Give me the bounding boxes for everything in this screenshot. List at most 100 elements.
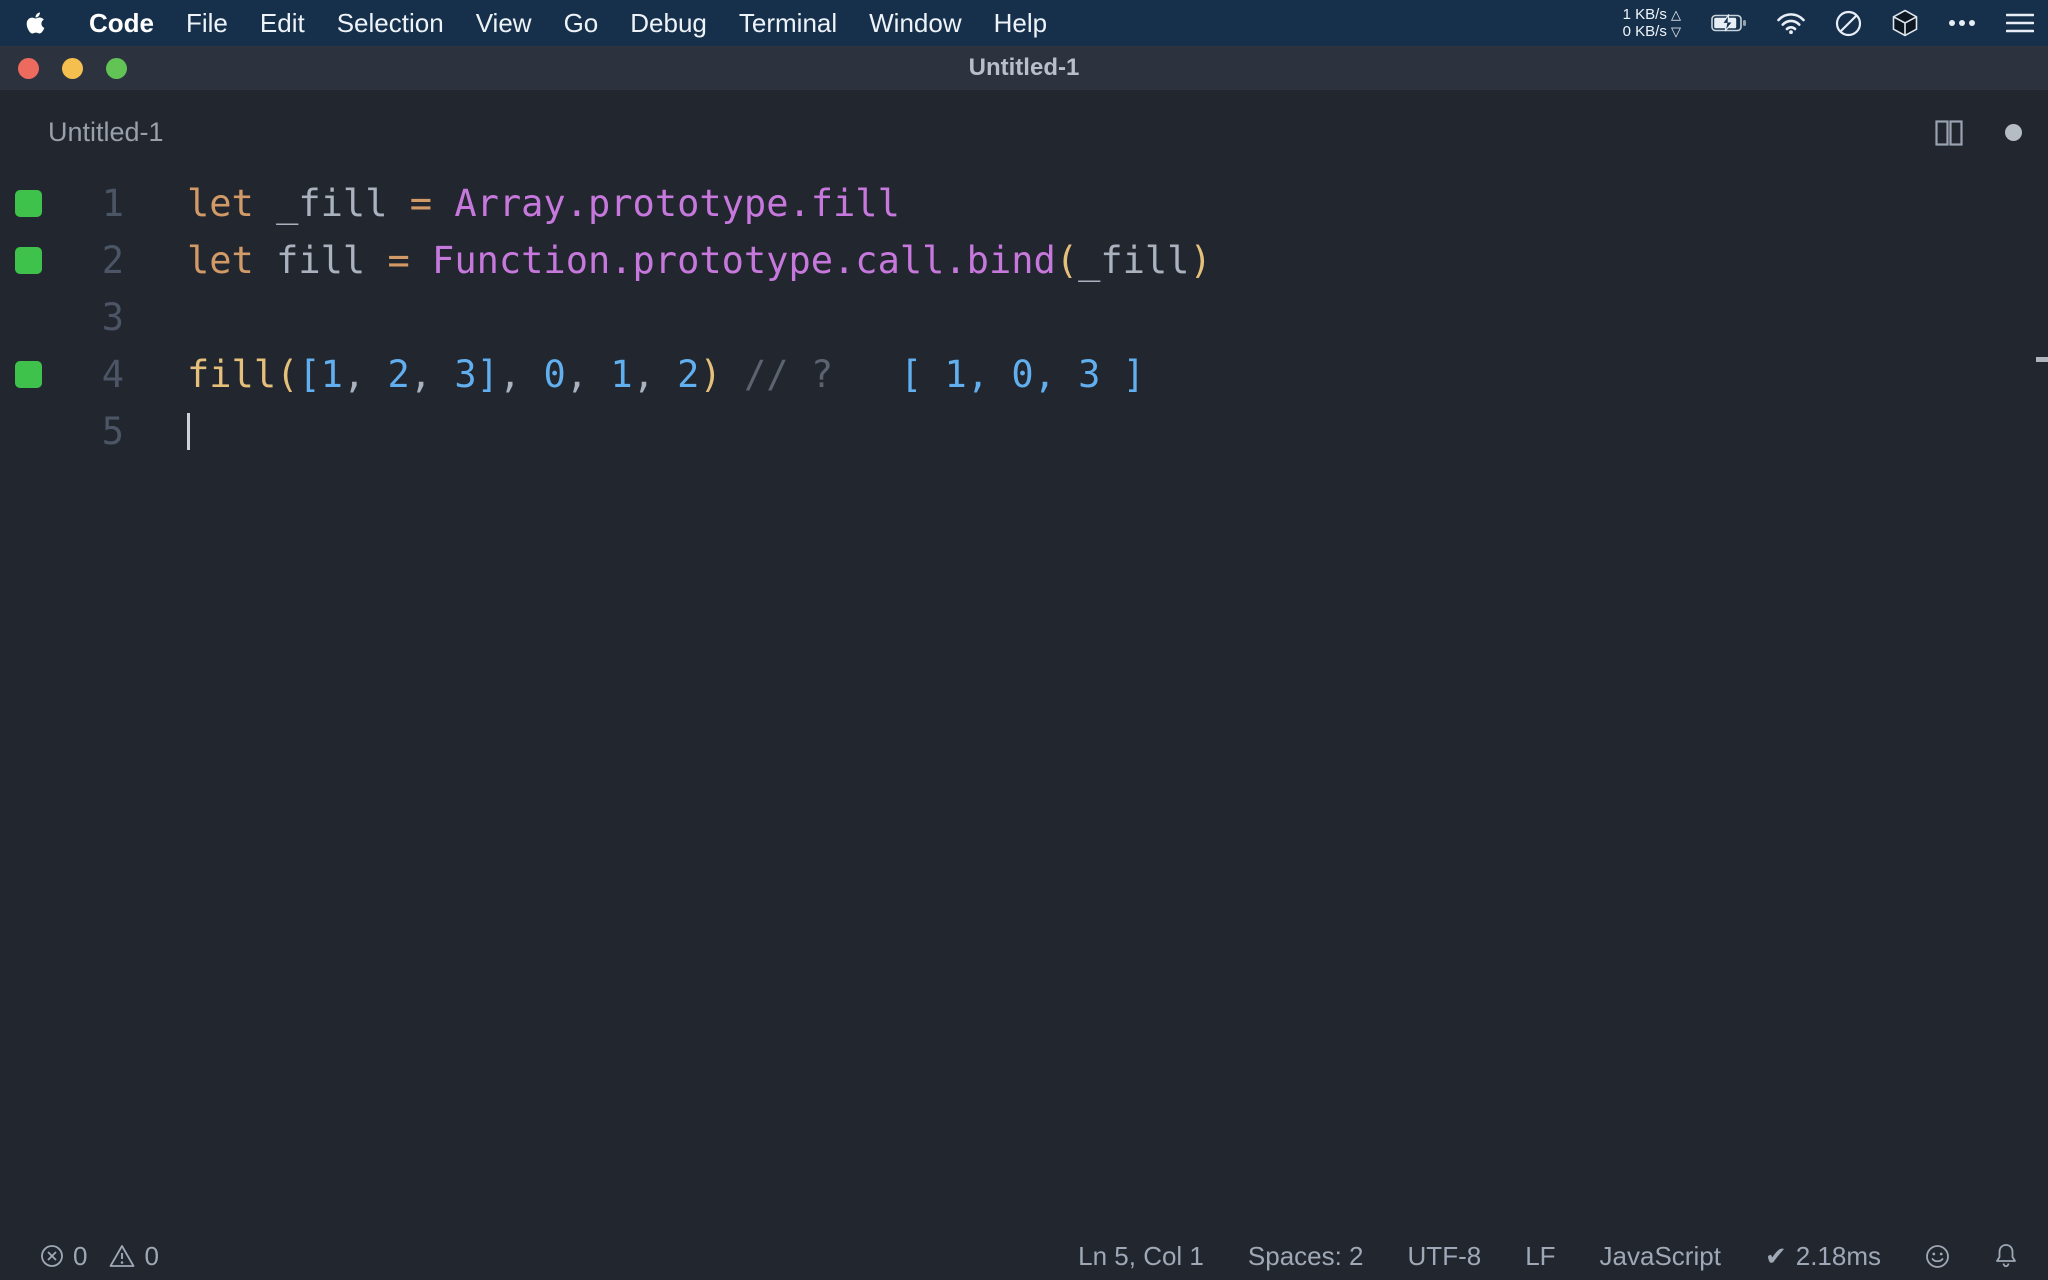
status-bar: 0 0 Ln 5, Col 1 Spaces: 2 UTF-8 LF JavaS…: [0, 1232, 2048, 1280]
list-icon[interactable]: [2006, 12, 2034, 34]
token-plain: ,: [565, 353, 611, 396]
zoom-window-button[interactable]: [106, 57, 127, 79]
coverage-indicator: [15, 361, 42, 388]
menu-terminal[interactable]: Terminal: [723, 8, 853, 39]
network-speed-indicator[interactable]: 1 KB/s △ 0 KB/s ▽: [1623, 6, 1681, 40]
overview-ruler-mark: [2036, 357, 2048, 362]
perf-time: 2.18ms: [1795, 1240, 1881, 1271]
tab-untitled-1[interactable]: Untitled-1: [48, 117, 164, 148]
token-number: 0: [543, 353, 566, 396]
macos-menu-bar: Code File Edit Selection View Go Debug Termina…: [0, 0, 2048, 46]
problems-warnings[interactable]: 0: [109, 1241, 168, 1272]
line-content: fill([1, 2, 3], 0, 1, 2) // ? [ 1, 0, 3 …: [187, 346, 1145, 403]
token-plain: fill: [253, 239, 388, 282]
split-editor-icon[interactable]: [1935, 119, 1963, 146]
token-keyword: let: [187, 182, 254, 225]
code-line-3[interactable]: 3: [0, 289, 2048, 346]
unsaved-changes-indicator[interactable]: [2005, 124, 2022, 141]
menu-edit[interactable]: Edit: [244, 8, 321, 39]
token-plain: _fill: [1078, 239, 1190, 282]
quokka-perf[interactable]: ✔ 2.18ms: [1765, 1241, 1881, 1272]
app-cube-icon[interactable]: [1892, 9, 1918, 37]
line-content: let fill = Function.prototype.call.bind(…: [187, 232, 1212, 289]
menu-help[interactable]: Help: [978, 8, 1063, 39]
notifications-bell-icon[interactable]: [1994, 1243, 2018, 1269]
down-triangle-icon: ▽: [1671, 24, 1681, 39]
check-icon: ✔: [1764, 1240, 1787, 1271]
editor-header: Untitled-1: [0, 90, 2048, 175]
token-number: 1: [610, 353, 633, 396]
line-number: 1: [101, 182, 124, 225]
token-number: 2: [677, 353, 700, 396]
token-property: Function.prototype.call.bind: [432, 239, 1056, 282]
line-number: 4: [101, 353, 124, 396]
apple-menu[interactable]: [26, 11, 45, 35]
code-line-4[interactable]: 4 fill([1, 2, 3], 0, 1, 2) // ? [ 1, 0, 3…: [0, 346, 2048, 403]
token-number: ]: [476, 353, 499, 396]
cursor-position[interactable]: Ln 5, Col 1: [1078, 1241, 1204, 1272]
menu-bar-status-items: 1 KB/s △ 0 KB/s ▽: [1623, 6, 2048, 40]
token-plain: ,: [342, 353, 388, 396]
token-result: [ 1, 0, 3 ]: [899, 353, 1145, 396]
token-keyword: let: [187, 239, 254, 282]
token-plain: ,: [632, 353, 678, 396]
coverage-indicator: [15, 247, 42, 274]
window-title-bar: Untitled-1: [0, 46, 2048, 90]
token-func: fill: [187, 353, 277, 396]
net-down-label: 0 KB/s ▽: [1622, 23, 1681, 40]
window-title: Untitled-1: [968, 54, 1080, 81]
token-number: 1: [320, 353, 343, 396]
token-paren: (: [1055, 239, 1079, 282]
eol-sequence[interactable]: LF: [1525, 1241, 1555, 1272]
feedback-smiley-icon[interactable]: [1925, 1244, 1950, 1269]
menu-debug[interactable]: Debug: [614, 8, 723, 39]
battery-charging-icon[interactable]: [1711, 14, 1747, 32]
code-line-1[interactable]: 1 let _fill = Array.prototype.fill: [0, 175, 2048, 232]
up-triangle-icon: △: [1671, 7, 1681, 22]
menu-file[interactable]: File: [170, 8, 244, 39]
token-number: [: [298, 353, 321, 396]
token-paren: (: [276, 353, 299, 396]
editor[interactable]: 1 let _fill = Array.prototype.fill 2 let fi…: [0, 175, 2048, 460]
warning-triangle-icon: [110, 1245, 135, 1267]
menu-go[interactable]: Go: [548, 8, 615, 39]
token-number: 2: [387, 353, 410, 396]
token-number: 3: [454, 353, 477, 396]
minimize-window-button[interactable]: [62, 57, 83, 79]
coverage-empty: [15, 418, 42, 445]
code-line-2[interactable]: 2 let fill = Function.prototype.call.bind…: [0, 232, 2048, 289]
menu-app-name[interactable]: Code: [73, 8, 170, 39]
code-line-5[interactable]: 5: [0, 403, 2048, 460]
do-not-disturb-icon[interactable]: [1835, 10, 1862, 37]
close-window-button[interactable]: [18, 57, 39, 79]
apple-icon: [26, 12, 45, 34]
token-paren: ): [1189, 239, 1212, 282]
token-property: Array.prototype.fill: [454, 182, 900, 225]
menu-view[interactable]: View: [460, 8, 548, 39]
token-plain: _fill: [253, 182, 410, 225]
wifi-icon[interactable]: [1777, 12, 1805, 34]
menu-window[interactable]: Window: [853, 8, 977, 39]
language-mode[interactable]: JavaScript: [1600, 1241, 1721, 1272]
line-number: 3: [101, 296, 124, 339]
problems-errors[interactable]: 0: [40, 1241, 97, 1272]
text-cursor: [187, 413, 190, 450]
line-content: let _fill = Array.prototype.fill: [187, 175, 900, 232]
net-up-label: 1 KB/s △: [1622, 6, 1681, 23]
token-plain: ,: [409, 353, 455, 396]
token-paren: ): [699, 353, 722, 396]
indentation[interactable]: Spaces: 2: [1248, 1241, 1364, 1272]
more-icon[interactable]: [1948, 19, 1976, 27]
menu-selection[interactable]: Selection: [321, 8, 460, 39]
coverage-empty: [15, 304, 42, 331]
token-plain: ,: [498, 353, 544, 396]
line-number: 2: [101, 239, 124, 282]
encoding[interactable]: UTF-8: [1408, 1241, 1482, 1272]
traffic-lights: [18, 46, 127, 90]
screen: Code File Edit Selection View Go Debug Termina…: [0, 0, 2048, 1280]
line-number: 5: [101, 410, 124, 453]
